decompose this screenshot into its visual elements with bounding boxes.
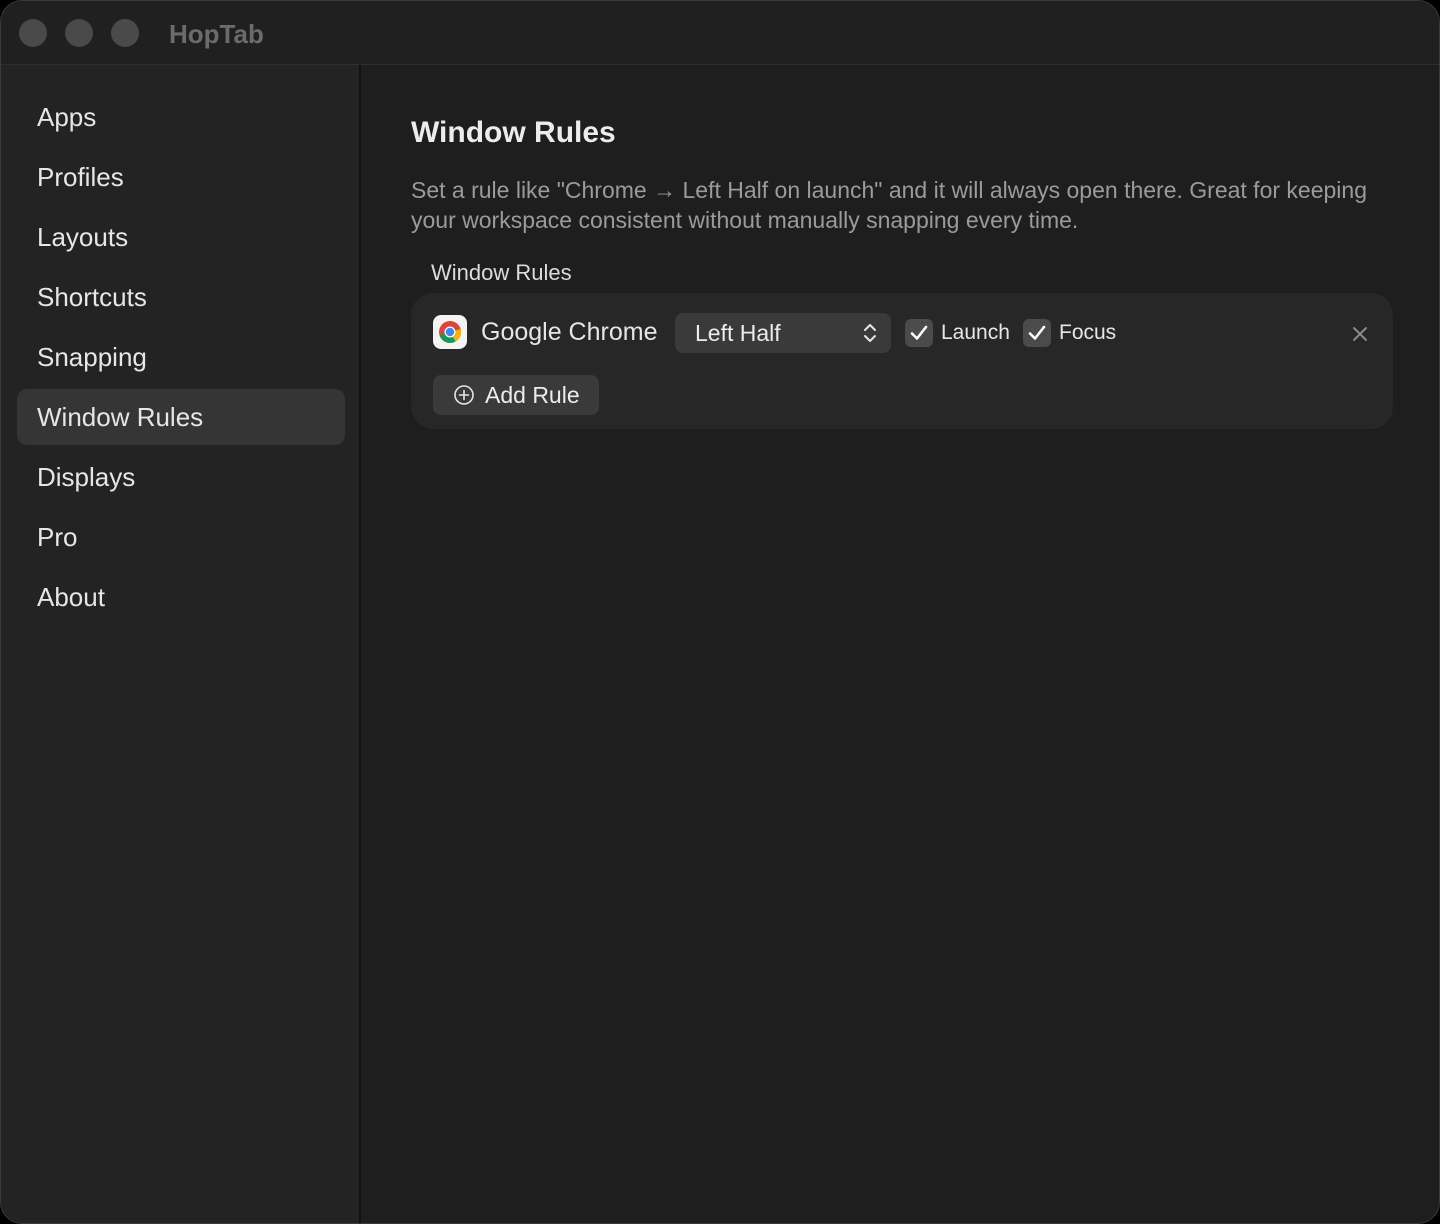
sidebar-item-apps[interactable]: Apps [17,89,345,145]
sidebar: Apps Profiles Layouts Shortcuts Snapping… [1,65,361,1223]
add-rule-button[interactable]: Add Rule [433,375,599,415]
minimize-window-button[interactable] [65,19,93,47]
remove-rule-close-icon[interactable] [1349,323,1371,345]
sidebar-item-profiles[interactable]: Profiles [17,149,345,205]
app-window: HopTab Apps Profiles Layouts Shortcuts S… [0,0,1440,1224]
window-title: HopTab [169,19,264,49]
sidebar-item-window-rules[interactable]: Window Rules [17,389,345,445]
focus-checkbox[interactable] [1023,319,1051,347]
checkmark-icon [1028,325,1046,340]
sidebar-item-layouts[interactable]: Layouts [17,209,345,265]
position-select[interactable]: Left Half [675,313,891,353]
launch-checkbox-label[interactable]: Launch [941,319,1010,347]
title-bar: HopTab [1,1,1439,65]
sidebar-item-about[interactable]: About [17,569,345,625]
page-description: Set a rule like "Chrome → Left Half on l… [411,177,1367,233]
chrome-icon [433,315,467,349]
plus-circle-icon [454,385,474,405]
main-content: Window Rules Set a rule like "Chrome → L… [363,65,1439,1223]
close-window-button[interactable] [19,19,47,47]
rules-card: Google Chrome Left Half Launch Focus Add… [411,293,1393,429]
add-rule-label: Add Rule [485,382,580,408]
rule-app-name: Google Chrome [481,318,658,346]
sidebar-item-snapping[interactable]: Snapping [17,329,345,385]
sidebar-item-displays[interactable]: Displays [17,449,345,505]
page-title: Window Rules [411,116,616,149]
zoom-window-button[interactable] [111,19,139,47]
checkmark-icon [910,325,928,340]
chevron-up-down-icon [864,324,876,342]
sidebar-item-shortcuts[interactable]: Shortcuts [17,269,345,325]
sidebar-item-pro[interactable]: Pro [17,509,345,565]
launch-checkbox[interactable] [905,319,933,347]
position-select-value: Left Half [695,320,781,346]
focus-checkbox-label[interactable]: Focus [1059,319,1116,347]
section-label: Window Rules [431,260,572,285]
